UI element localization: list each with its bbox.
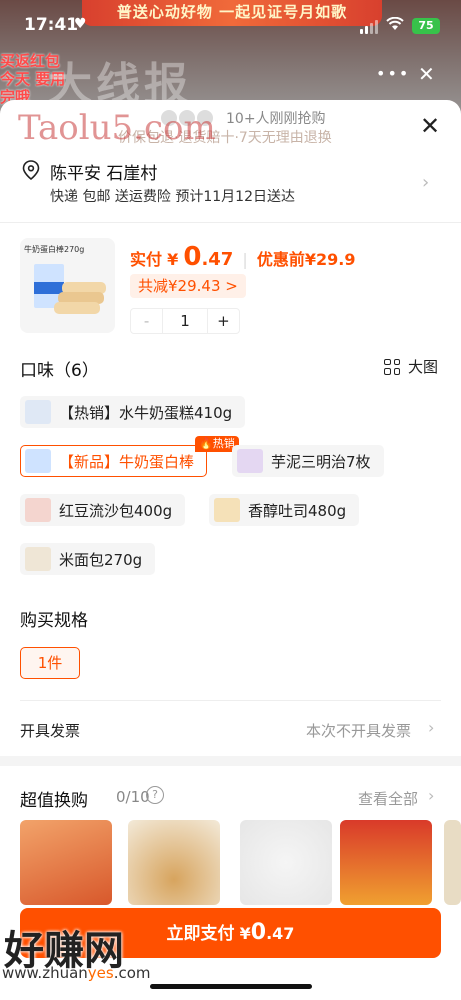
flavor-option[interactable]: 香醇吐司480g [209,494,360,526]
signal-icon [360,20,378,34]
status-bar: 17:41 ♥ 75 [0,0,461,52]
recent-buyers-text: 10+人刚刚抢购 [226,111,326,127]
option-thumbnail [25,449,51,473]
close-icon[interactable]: ✕ [420,112,440,140]
option-thumbnail [214,498,240,522]
deal-item-spicy-strips[interactable] [20,820,112,905]
divider [20,700,441,701]
original-price: 优惠前¥29.9 [256,250,356,269]
spec-title: 购买规格 [20,611,88,631]
increase-button[interactable]: + [208,309,239,333]
flavor-option[interactable]: 【热销】水牛奶蛋糕410g [20,396,246,428]
view-all-link[interactable]: 查看全部 [358,788,418,809]
deal-item-cashews[interactable] [128,820,220,905]
battery-icon: 75 [412,18,440,34]
pay-label: 立即支付 [166,924,235,944]
option-thumbnail [25,547,51,571]
status-time: 17:41 [24,15,79,35]
deals-count: 0/10 [116,788,150,806]
chevron-right-icon: › [422,172,430,193]
delivery-info: 快递 包邮 送运费险 预计11月12日送达 [50,189,295,205]
chevron-right-icon: › [428,786,435,805]
quantity-value[interactable]: 1 [162,309,208,333]
section-gap [0,756,461,766]
help-icon[interactable]: ? [146,786,164,804]
divider [0,222,461,223]
quantity-stepper: - 1 + [130,308,240,334]
large-view-toggle[interactable]: 大图 [384,356,438,377]
floating-controls: ••• ✕ [358,60,448,92]
price-row: 实付 ¥ 0.47 | 优惠前¥29.9 [130,242,356,272]
more-icon[interactable]: ••• [376,64,410,83]
decrease-button[interactable]: - [131,309,162,333]
currency-symbol: ¥ [167,250,179,269]
spec-option-selected[interactable]: 1件 [20,647,80,679]
flavor-title: 口味（6） [20,361,99,381]
wifi-icon [386,17,404,30]
option-thumbnail [25,498,51,522]
purchase-sheet: 10+人刚刚抢购 价保包退·退货赔十·7天无理由退换 Taolu5.com ✕ … [0,100,461,1000]
watermark-taolu5: Taolu5.com [18,108,216,148]
pay-amount-decimal: .47 [266,924,295,943]
flavor-option-selected[interactable]: 【新品】牛奶蛋白棒 🔥热销 [20,436,239,477]
location-pin-icon [22,160,40,180]
product-package-image [34,264,106,314]
deals-title: 超值换购 [20,791,88,811]
invoice-label: 开具发票 [20,722,81,740]
discount-badge[interactable]: 共减¥29.43 > [130,274,246,298]
close-small-icon[interactable]: ✕ [418,62,435,86]
deal-item-supplement[interactable] [240,820,332,905]
deal-item-partial[interactable] [444,820,461,905]
large-view-label: 大图 [408,358,439,376]
flavor-option[interactable]: 芋泥三明治7枚 [232,445,384,477]
chevron-right-icon: › [428,718,435,737]
option-thumbnail [237,449,263,473]
grid-view-icon [384,358,400,375]
address-name: 陈平安 石崖村 [50,164,158,184]
pay-amount-integer: 0 [250,920,267,945]
deal-item-instant-noodles[interactable] [340,820,432,905]
product-thumbnail: 牛奶蛋白棒270g [20,238,115,333]
price-decimal: .47 [201,249,234,270]
pay-label: 实付 [130,250,163,269]
address-row[interactable]: 陈平安 石崖村 快递 包邮 送运费险 预计11月12日送达 › [20,156,440,208]
flavor-option[interactable]: 红豆流沙包400g [20,494,186,526]
option-thumbnail [25,400,51,424]
pay-currency: ¥ [239,924,251,943]
heart-icon: ♥ [74,16,87,32]
invoice-value[interactable]: 本次不开具发票 [306,720,411,741]
watermark-url: www.zhuanyes.com [2,964,151,982]
price-integer: 0 [183,242,202,272]
flavor-option[interactable]: 米面包270g [20,543,156,575]
home-indicator [150,984,312,989]
